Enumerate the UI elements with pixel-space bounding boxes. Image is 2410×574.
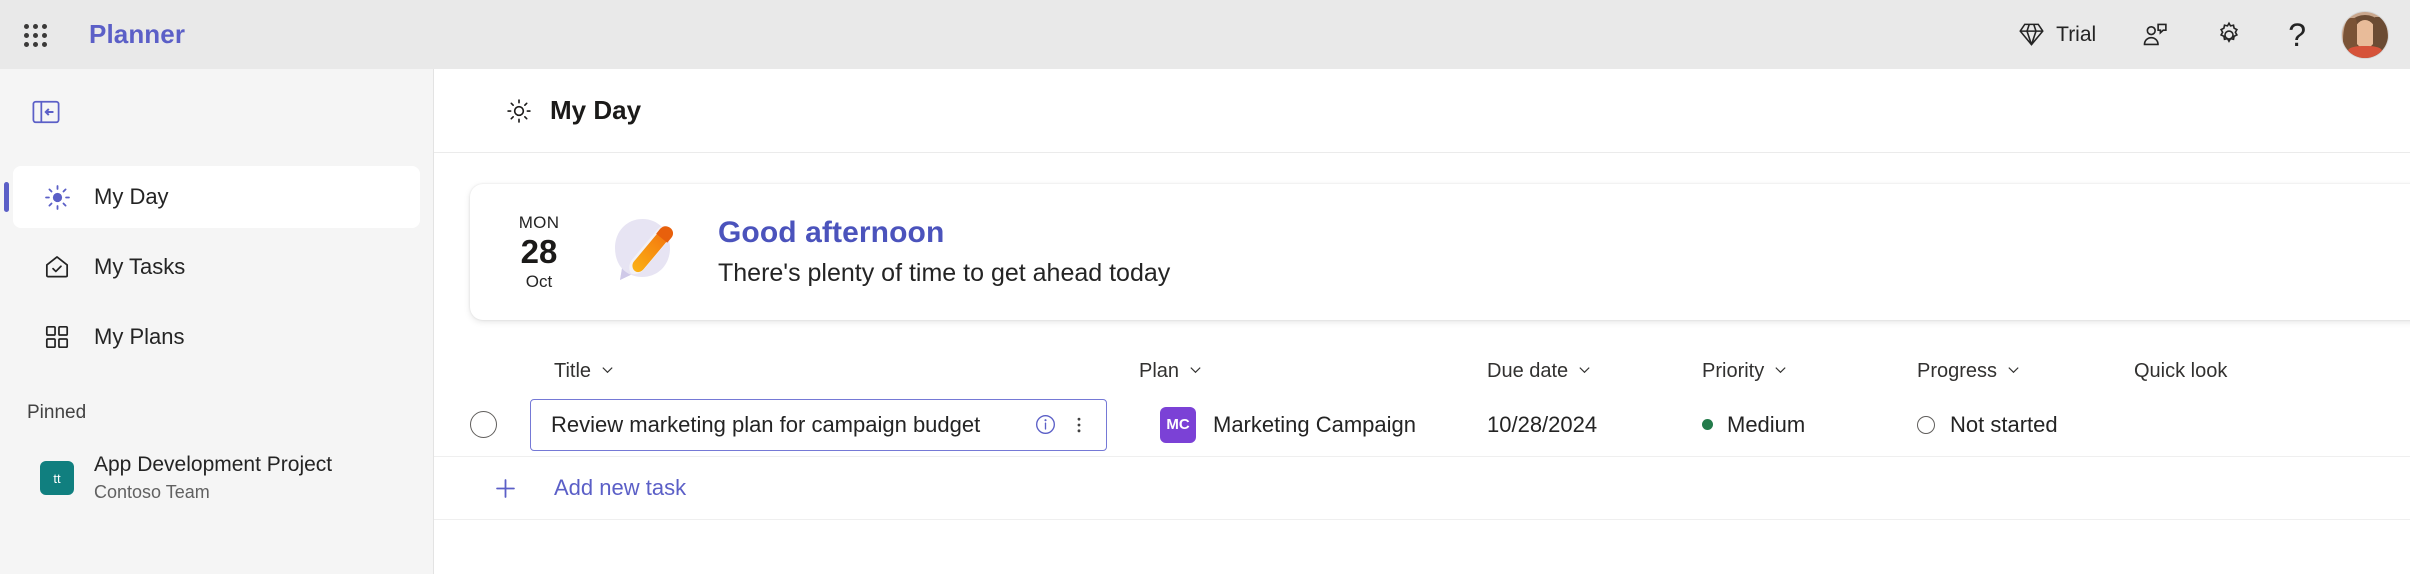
sidebar-item-label: My Plans xyxy=(94,324,185,349)
task-plan-name: Marketing Campaign xyxy=(1213,411,1416,437)
sidebar-item-my-day[interactable]: My Day xyxy=(4,166,420,228)
task-title-cell: Review marketing plan for campaign budge… xyxy=(530,398,1139,451)
home-checkmark-icon xyxy=(40,250,74,284)
column-header-plan[interactable]: Plan xyxy=(1139,360,1487,383)
date-day-of-week: MON xyxy=(518,212,560,232)
panel-collapse-left-icon[interactable] xyxy=(26,96,66,128)
app-shell: My Day My Tasks My Plans Pinned tt App D… xyxy=(0,69,2410,574)
add-new-task-label: Add new task xyxy=(554,475,687,500)
trial-label: Trial xyxy=(2056,22,2097,46)
sidebar-item-my-tasks[interactable]: My Tasks xyxy=(13,236,420,298)
task-due-date: 10/28/2024 xyxy=(1487,411,1598,437)
task-priority-cell[interactable]: Medium xyxy=(1702,412,1917,438)
circle-checkbox-icon[interactable] xyxy=(470,411,497,438)
help-button[interactable]: ? xyxy=(2266,0,2328,69)
greeting-card-wrapper: MON 28 Oct Good afternoon There's plenty… xyxy=(434,153,2410,320)
app-launcher-icon[interactable] xyxy=(18,18,52,52)
task-due-date-cell[interactable]: 10/28/2024 xyxy=(1487,412,1702,438)
question-mark-icon: ? xyxy=(2288,16,2306,53)
priority-dot-icon xyxy=(1702,419,1713,430)
task-progress: Not started xyxy=(1950,411,2058,437)
avatar[interactable] xyxy=(2342,11,2388,58)
column-header-title[interactable]: Title xyxy=(530,360,1139,383)
grid-squares-icon xyxy=(40,320,74,354)
chevron-down-icon xyxy=(1773,360,1788,383)
main-content: My Day MON 28 Oct Good afternoon There's… xyxy=(434,69,2410,574)
pinned-plan-subtitle: Contoso Team xyxy=(94,482,210,503)
date-box: MON 28 Oct xyxy=(504,213,574,291)
sidebar-pinned-plan[interactable]: tt App Development Project Contoso Team xyxy=(13,446,420,510)
pinned-section-header: Pinned xyxy=(27,402,87,423)
sidebar-nav: My Day My Tasks My Plans xyxy=(0,166,433,368)
sidebar-item-label: My Tasks xyxy=(94,254,186,279)
sun-icon xyxy=(40,180,74,214)
sidebar: My Day My Tasks My Plans Pinned tt App D… xyxy=(0,69,434,574)
column-header-due-date[interactable]: Due date xyxy=(1487,360,1702,383)
info-circle-icon[interactable] xyxy=(1028,408,1062,442)
page-title: My Day xyxy=(550,95,642,125)
sidebar-item-label: My Day xyxy=(94,184,169,209)
task-title-text: Review marketing plan for campaign budge… xyxy=(551,411,981,437)
feedback-person-chat-icon xyxy=(2140,20,2170,50)
table-header-row: Title Plan Due date Priority Progress Qu… xyxy=(434,349,2410,393)
chevron-down-icon xyxy=(1188,360,1203,383)
top-bar-actions: Trial ? xyxy=(1996,0,2410,69)
plan-chip-icon: tt xyxy=(40,461,74,495)
column-header-label: Due date xyxy=(1487,359,1569,382)
task-plan-cell[interactable]: MC Marketing Campaign xyxy=(1139,406,1487,443)
sun-icon xyxy=(504,96,534,126)
task-priority: Medium xyxy=(1727,411,1806,437)
column-header-progress[interactable]: Progress xyxy=(1917,360,2134,383)
greeting-card: MON 28 Oct Good afternoon There's plenty… xyxy=(470,184,2410,320)
plan-badge-icon: MC xyxy=(1160,406,1196,443)
task-progress-cell[interactable]: Not started xyxy=(1917,412,2134,438)
greeting-subheading: There's plenty of time to get ahead toda… xyxy=(718,259,1171,287)
chevron-down-icon xyxy=(600,360,615,383)
diamond-icon xyxy=(2018,21,2045,48)
chevron-down-icon xyxy=(1577,360,1592,383)
trial-button[interactable]: Trial xyxy=(1996,0,2118,69)
column-header-quick-look: Quick look xyxy=(2134,360,2354,383)
plus-icon xyxy=(470,475,530,502)
greeting-heading: Good afternoon xyxy=(718,216,945,249)
column-header-label: Title xyxy=(554,359,592,382)
pencil-bubble-illustration xyxy=(598,204,694,300)
greeting-text: Good afternoon There's plenty of time to… xyxy=(718,216,1170,288)
task-complete-cell xyxy=(470,411,530,438)
more-vertical-icon[interactable] xyxy=(1062,408,1096,442)
progress-circle-icon xyxy=(1917,415,1935,434)
column-header-label: Progress xyxy=(1917,359,1998,382)
gear-icon xyxy=(2214,20,2244,50)
top-app-bar: Planner Trial ? xyxy=(0,0,2410,69)
app-brand-title[interactable]: Planner xyxy=(89,19,185,50)
date-day-number: 28 xyxy=(520,233,558,271)
page-header: My Day xyxy=(434,69,2410,153)
date-month: Oct xyxy=(525,271,553,291)
add-new-task-button[interactable]: Add new task xyxy=(434,457,2410,520)
chevron-down-icon xyxy=(2006,360,2021,383)
feedback-button[interactable] xyxy=(2118,0,2192,69)
column-header-label: Quick look xyxy=(2134,359,2228,382)
column-header-label: Priority xyxy=(1702,359,1765,382)
pinned-plan-title: App Development Project xyxy=(94,453,333,477)
tasks-table: Title Plan Due date Priority Progress Qu… xyxy=(434,349,2410,520)
sidebar-item-my-plans[interactable]: My Plans xyxy=(13,306,420,368)
column-header-priority[interactable]: Priority xyxy=(1702,360,1917,383)
pinned-plan-text: App Development Project Contoso Team xyxy=(94,452,332,504)
column-header-label: Plan xyxy=(1139,359,1180,382)
table-row[interactable]: Review marketing plan for campaign budge… xyxy=(434,393,2410,457)
settings-button[interactable] xyxy=(2192,0,2266,69)
task-title-input[interactable]: Review marketing plan for campaign budge… xyxy=(530,398,1107,451)
